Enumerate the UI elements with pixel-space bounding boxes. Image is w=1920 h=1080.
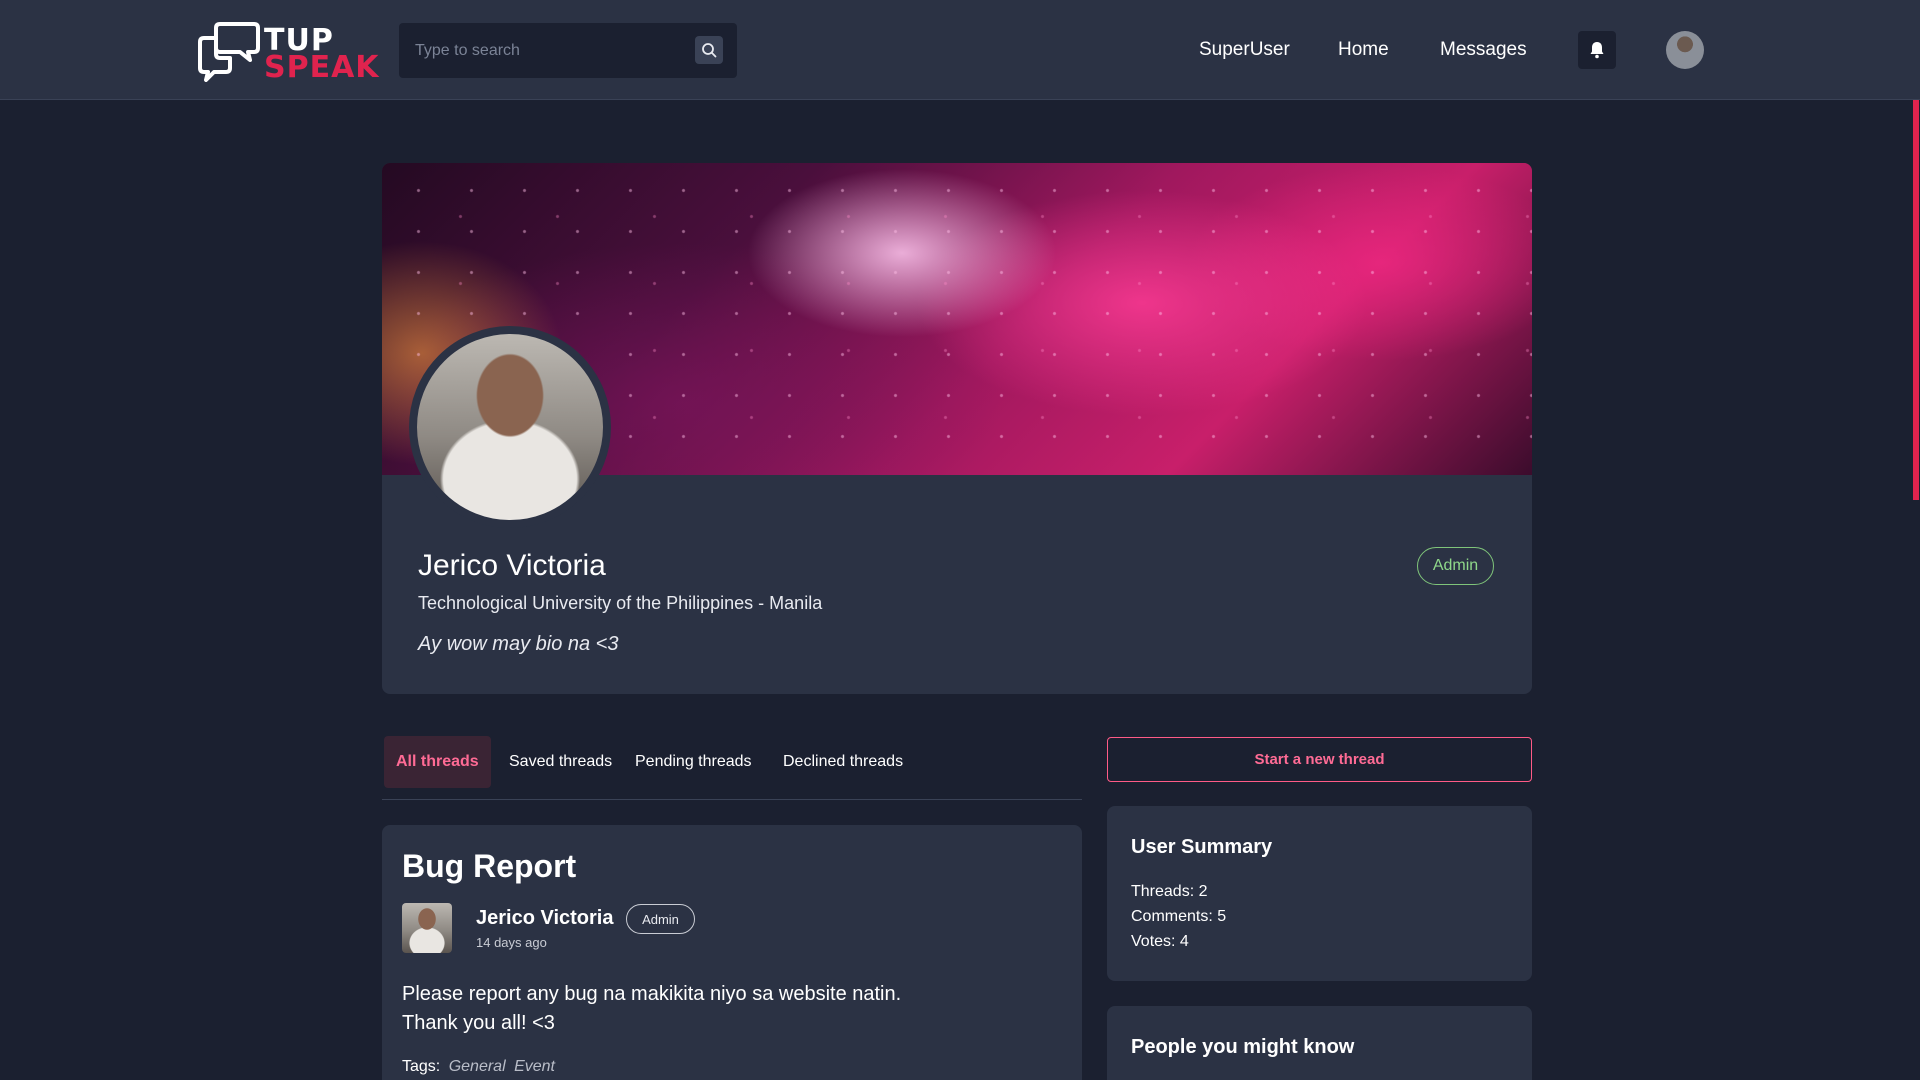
thread-title[interactable]: Bug Report: [402, 846, 576, 886]
user-avatar-menu[interactable]: [1666, 31, 1704, 69]
summary-comments-count: Comments: 5: [1131, 908, 1227, 925]
start-new-thread-button[interactable]: Start a new thread: [1107, 737, 1532, 782]
tag-general[interactable]: General: [449, 1058, 506, 1075]
profile-avatar: [409, 326, 611, 528]
thread-timestamp: 14 days ago: [476, 935, 547, 950]
logo-text-speak: SPEAK: [264, 50, 380, 85]
tag-event[interactable]: Event: [514, 1058, 555, 1075]
top-nav-bar: TUP SPEAK SuperUser Home Messages: [0, 0, 1920, 100]
people-you-might-know-title: People you might know: [1131, 1036, 1355, 1058]
notifications-button[interactable]: [1578, 31, 1616, 69]
summary-votes-count: Votes: 4: [1131, 933, 1189, 950]
thread-tags: Tags: General Event: [402, 1056, 555, 1078]
tup-speak-logo[interactable]: TUP SPEAK: [198, 20, 379, 83]
thread-tabs: All threads Saved threads Pending thread…: [382, 736, 1082, 788]
profile-name: Jerico Victoria: [418, 549, 606, 582]
speech-bubbles-icon: [198, 22, 260, 82]
search-icon: [702, 43, 717, 58]
user-summary-title: User Summary: [1131, 836, 1273, 858]
profile-bio: Ay wow may bio na <3: [418, 633, 619, 655]
thread-body-line: Thank you all! <3: [402, 1012, 555, 1034]
thread-body-line: Please report any bug na makikita niyo s…: [402, 983, 902, 1005]
tags-label: Tags:: [402, 1058, 441, 1075]
user-summary-card: User Summary Threads: 2 Comments: 5 Vote…: [1107, 806, 1532, 981]
thread-body: Please report any bug na makikita niyo s…: [402, 980, 1062, 1038]
summary-threads-count: Threads: 2: [1131, 883, 1208, 900]
bell-icon: [1590, 42, 1604, 59]
tab-saved-threads[interactable]: Saved threads: [497, 736, 624, 788]
nav-link-superuser[interactable]: SuperUser: [1199, 36, 1290, 64]
tab-pending-threads[interactable]: Pending threads: [623, 736, 764, 788]
role-badge-admin: Admin: [1417, 547, 1494, 585]
thread-card[interactable]: Bug Report Jerico Victoria Admin 14 days…: [382, 825, 1082, 1080]
tab-all-threads[interactable]: All threads: [384, 736, 491, 788]
tabs-divider: [382, 799, 1082, 800]
thread-author-name[interactable]: Jerico Victoria: [476, 905, 613, 931]
thread-author-badge: Admin: [626, 904, 695, 934]
search-input[interactable]: [415, 23, 685, 78]
nav-link-home[interactable]: Home: [1338, 36, 1389, 64]
page-scrollbar-thumb[interactable]: [1913, 100, 1919, 500]
thread-author-avatar[interactable]: [402, 903, 452, 953]
profile-card: Jerico Victoria Technological University…: [382, 163, 1532, 694]
nav-link-messages[interactable]: Messages: [1440, 36, 1527, 64]
profile-school: Technological University of the Philippi…: [418, 593, 823, 613]
people-you-might-know-card: People you might know: [1107, 1006, 1532, 1080]
search-button[interactable]: [695, 36, 723, 64]
search-bar: [399, 23, 737, 78]
tab-declined-threads[interactable]: Declined threads: [771, 736, 915, 788]
